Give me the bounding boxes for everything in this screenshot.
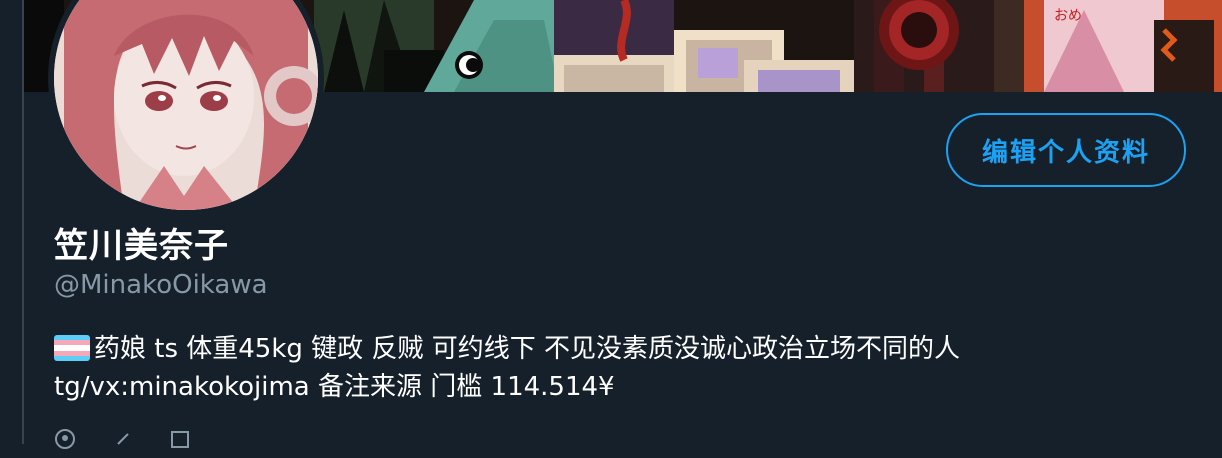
profile-header: おめ 编辑个人资料 笠川美奈子 @MinakoOikawa 药娘 ts 体重45… [0, 0, 1222, 449]
calendar-icon [169, 428, 191, 456]
avatar[interactable] [48, 0, 324, 216]
user-handle: @MinakoOikawa [54, 270, 268, 300]
bio-line-2: tg/vx:minakokojima 备注来源 门槛 114.514¥ [54, 372, 615, 402]
edit-profile-button[interactable]: 编辑个人资料 [946, 113, 1186, 187]
link-icon [112, 428, 134, 456]
display-name: 笠川美奈子 [54, 226, 229, 266]
profile-meta-row [54, 428, 219, 458]
svg-text:おめ: おめ [1054, 8, 1082, 24]
bio-line-1: 药娘 ts 体重45kg 键政 反贼 可约线下 不见没素质没诚心政治立场不同的人 [54, 330, 1174, 368]
transgender-flag-icon [54, 335, 90, 361]
bio-text-line-1: 药娘 ts 体重45kg 键政 反贼 可约线下 不见没素质没诚心政治立场不同的人 [94, 334, 960, 364]
location-pin-icon [54, 428, 76, 456]
avatar-image [54, 0, 318, 210]
profile-bio: 药娘 ts 体重45kg 键政 反贼 可约线下 不见没素质没诚心政治立场不同的人… [54, 330, 1174, 406]
